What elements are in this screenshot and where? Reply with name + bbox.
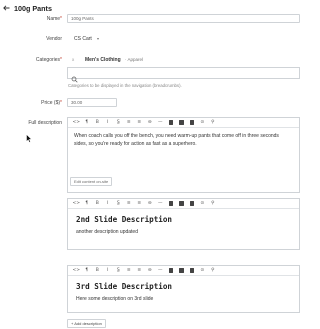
edit-content-on-site-button[interactable]: Edit content on-site bbox=[70, 177, 113, 186]
table-icon[interactable] bbox=[166, 119, 177, 127]
minus-circle-icon[interactable]: ⊖ bbox=[145, 267, 156, 275]
slide3-body[interactable]: Here some description on 3rd slide bbox=[68, 291, 299, 302]
italic-icon[interactable]: I bbox=[103, 267, 114, 275]
categories-label: Categories* bbox=[35, 57, 62, 63]
toolbar-square-glyph bbox=[168, 268, 173, 273]
full-description-label: Full description bbox=[28, 120, 62, 126]
bold-icon[interactable]: B bbox=[92, 119, 103, 127]
table-icon[interactable] bbox=[166, 200, 177, 208]
video-icon[interactable] bbox=[187, 200, 198, 208]
description-editor[interactable]: <> ¶ B I S̲ ≡ ≡ ⊖ — ⊙ ⚲ When coach calls you off t… bbox=[67, 117, 300, 193]
search-icon[interactable]: ⚲ bbox=[208, 200, 219, 208]
code-icon[interactable]: <> bbox=[71, 200, 82, 208]
search-icon[interactable]: ⚲ bbox=[208, 267, 219, 275]
toolbar-square-glyph bbox=[168, 120, 173, 125]
minus-circle-icon[interactable]: ⊖ bbox=[145, 119, 156, 127]
align-icon[interactable]: ≡ bbox=[134, 200, 145, 208]
image-icon[interactable] bbox=[176, 267, 187, 275]
horizontal-rule-icon[interactable]: — bbox=[155, 119, 166, 127]
description-line-2: sides, so you're ready for action as fas… bbox=[74, 141, 197, 147]
category-tag-name: Men's Clothing bbox=[85, 56, 121, 63]
name-label: Name* bbox=[46, 16, 62, 22]
minus-circle-icon[interactable]: ⊖ bbox=[145, 200, 156, 208]
list-icon[interactable]: ≡ bbox=[124, 267, 135, 275]
name-input[interactable]: 100g Pants bbox=[67, 13, 300, 23]
horizontal-rule-icon[interactable]: — bbox=[155, 200, 166, 208]
chevron-down-icon[interactable]: ▾ bbox=[97, 36, 99, 41]
toolbar-square-glyph bbox=[179, 268, 184, 273]
italic-icon[interactable]: I bbox=[103, 200, 114, 208]
bold-icon[interactable]: B bbox=[92, 200, 103, 208]
underline-icon[interactable]: S̲ bbox=[113, 119, 124, 127]
toolbar-square-glyph bbox=[179, 120, 184, 125]
toolbar-square-glyph bbox=[189, 268, 194, 273]
description-line-1: When coach calls you off the bench, you … bbox=[74, 133, 279, 139]
list-icon[interactable]: ≡ bbox=[124, 119, 135, 127]
eye-icon[interactable]: ⊙ bbox=[197, 119, 208, 127]
editor-toolbar: <> ¶ B I S̲ ≡ ≡ ⊖ — ⊙ ⚲ bbox=[68, 118, 299, 128]
list-icon[interactable]: ≡ bbox=[124, 200, 135, 208]
name-input-value: 100g Pants bbox=[71, 15, 94, 21]
italic-icon[interactable]: I bbox=[103, 119, 114, 127]
vendor-label: Vendor bbox=[46, 36, 62, 42]
image-icon[interactable] bbox=[176, 200, 187, 208]
search-icon[interactable]: ⚲ bbox=[208, 119, 219, 127]
price-input-value: 30.00 bbox=[71, 100, 83, 105]
editor-toolbar: <> ¶ B I S̲ ≡ ≡ ⊖ — ⊙ ⚲ bbox=[68, 199, 299, 209]
underline-icon[interactable]: S̲ bbox=[113, 200, 124, 208]
editor-toolbar: <> ¶ B I S̲ ≡ ≡ ⊖ — ⊙ ⚲ bbox=[68, 266, 299, 276]
eye-icon[interactable]: ⊙ bbox=[197, 200, 208, 208]
video-icon[interactable] bbox=[187, 119, 198, 127]
toolbar-square-glyph bbox=[189, 201, 194, 206]
eye-icon[interactable]: ⊙ bbox=[197, 267, 208, 275]
category-search-input[interactable] bbox=[67, 67, 300, 83]
paragraph-icon[interactable]: ¶ bbox=[82, 119, 93, 127]
code-icon[interactable]: <> bbox=[71, 119, 82, 127]
align-icon[interactable]: ≡ bbox=[134, 119, 145, 127]
toolbar-square-glyph bbox=[189, 120, 194, 125]
slide2-title[interactable]: 2nd Slide Description bbox=[68, 209, 299, 224]
mouse-cursor-icon bbox=[26, 130, 33, 148]
add-description-button[interactable]: + Add description bbox=[67, 319, 106, 328]
page-title: 100g Pants bbox=[14, 3, 52, 13]
slide3-editor[interactable]: <> ¶ B I S̲ ≡ ≡ ⊖ — ⊙ ⚲ 3rd Slide Description Here… bbox=[67, 265, 300, 313]
horizontal-rule-icon[interactable]: — bbox=[155, 267, 166, 275]
paragraph-icon[interactable]: ¶ bbox=[82, 267, 93, 275]
paragraph-icon[interactable]: ¶ bbox=[82, 200, 93, 208]
bold-icon[interactable]: B bbox=[92, 267, 103, 275]
image-icon[interactable] bbox=[176, 119, 187, 127]
categories-help-text: Categories to be displayed in the naviga… bbox=[68, 83, 182, 88]
toolbar-square-glyph bbox=[179, 201, 184, 206]
arrow-left-icon[interactable] bbox=[3, 3, 13, 13]
price-label: Price ($)* bbox=[41, 100, 62, 106]
underline-icon[interactable]: S̲ bbox=[113, 267, 124, 275]
remove-category-icon[interactable]: x bbox=[72, 57, 74, 62]
video-icon[interactable] bbox=[187, 267, 198, 275]
code-icon[interactable]: <> bbox=[71, 267, 82, 275]
toolbar-square-glyph bbox=[168, 201, 173, 206]
category-tag-path: · Apparel bbox=[125, 57, 144, 62]
slide3-title[interactable]: 3rd Slide Description bbox=[68, 276, 299, 291]
align-icon[interactable]: ≡ bbox=[134, 267, 145, 275]
price-input[interactable]: 30.00 bbox=[67, 98, 117, 107]
slide2-editor[interactable]: <> ¶ B I S̲ ≡ ≡ ⊖ — ⊙ ⚲ 2nd Slide Description anot… bbox=[67, 198, 300, 250]
vendor-select[interactable]: CS Cart bbox=[74, 36, 92, 42]
description-text[interactable]: When coach calls you off the bench, you … bbox=[68, 128, 299, 148]
slide2-body[interactable]: another description updated bbox=[68, 224, 299, 235]
table-icon[interactable] bbox=[166, 267, 177, 275]
